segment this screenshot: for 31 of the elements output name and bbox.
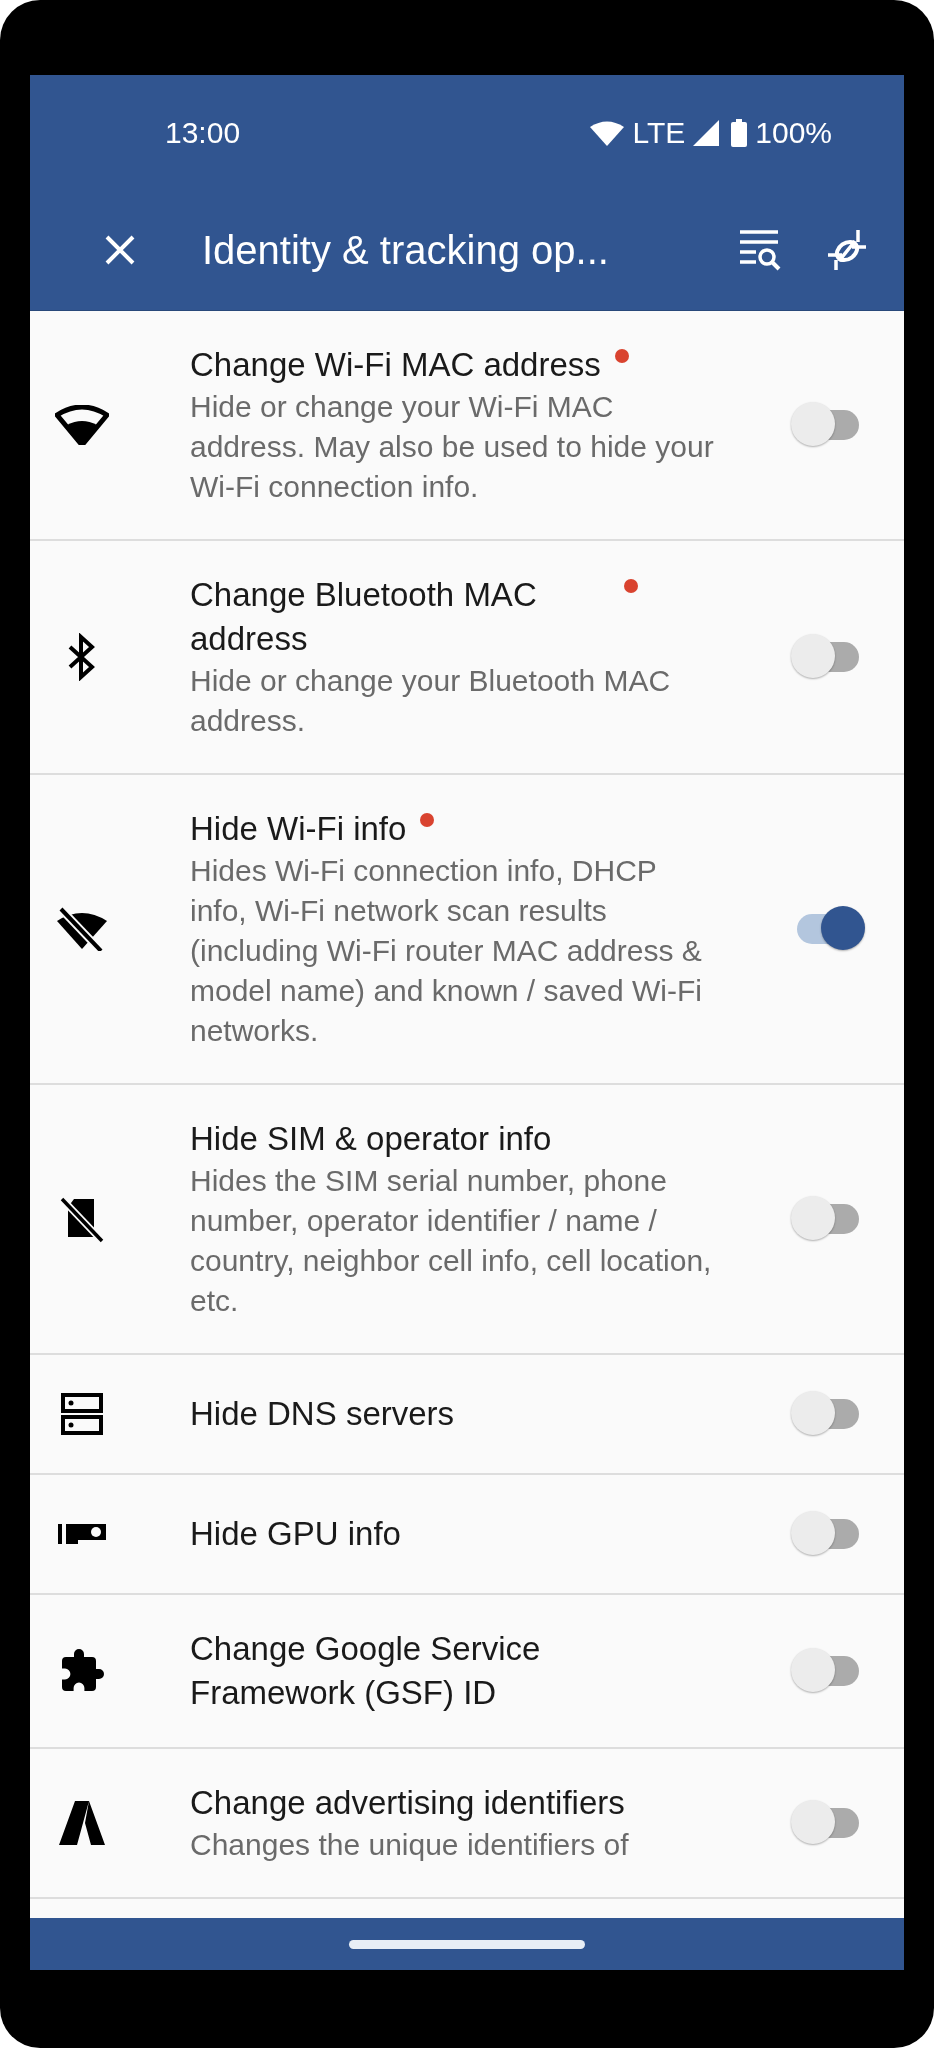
setting-title: Hide GPU info: [190, 1514, 401, 1554]
close-icon: [104, 234, 136, 266]
sim-off-icon: [60, 1195, 104, 1243]
wifi-off-icon: [55, 907, 109, 951]
setting-description: Hide or change your Wi-Fi MAC address. May also be used to hide your Wi-Fi connection info.: [190, 389, 715, 505]
setting-description: Hides Wi-Fi connection info, DHCP info, Wi-Fi network scan results (including Wi-Fi router MAC address & model name) and known / saved Wi-Fi networks.: [190, 853, 703, 1049]
setting-description: Hide or change your Bluetooth MAC address.: [190, 663, 672, 739]
setting-title: Change advertising identifiers: [190, 1783, 625, 1823]
hook-icon: [826, 228, 868, 272]
bluetooth-icon: [67, 633, 97, 681]
ads-logo-icon: [59, 1801, 105, 1845]
setting-title: Change Wi-Fi MAC address: [190, 345, 601, 385]
setting-title: Hide SIM & operator info: [190, 1119, 552, 1159]
setting-title: Hide DNS servers: [190, 1394, 455, 1434]
home-handle[interactable]: [349, 1939, 585, 1949]
setting-title: Change Google Service Framework (GSF) ID: [190, 1629, 542, 1713]
network-type: LTE: [632, 115, 686, 150]
setting-description: Changes the unique identifiers of: [190, 1827, 630, 1863]
server-icon: [61, 1393, 103, 1435]
list-search-icon: [738, 229, 782, 271]
clock: 13:00: [165, 115, 242, 150]
battery-level: 100%: [755, 115, 832, 150]
setting-title: Change Bluetooth MAC address: [190, 575, 538, 659]
setting-title: Hide Wi-Fi info: [190, 809, 407, 849]
wifi-signal-icon: [590, 119, 625, 146]
screen-title: Identity & tracking op...: [202, 227, 610, 273]
graphics-card-icon: [58, 1522, 106, 1546]
setting-description: Hides the SIM serial number, phone number, operator identifier / name / country, neighbor cell info, cell location, etc.: [190, 1163, 713, 1319]
battery-icon: [731, 118, 748, 147]
wifi-icon: [55, 405, 109, 445]
cell-signal-icon: [693, 119, 720, 146]
